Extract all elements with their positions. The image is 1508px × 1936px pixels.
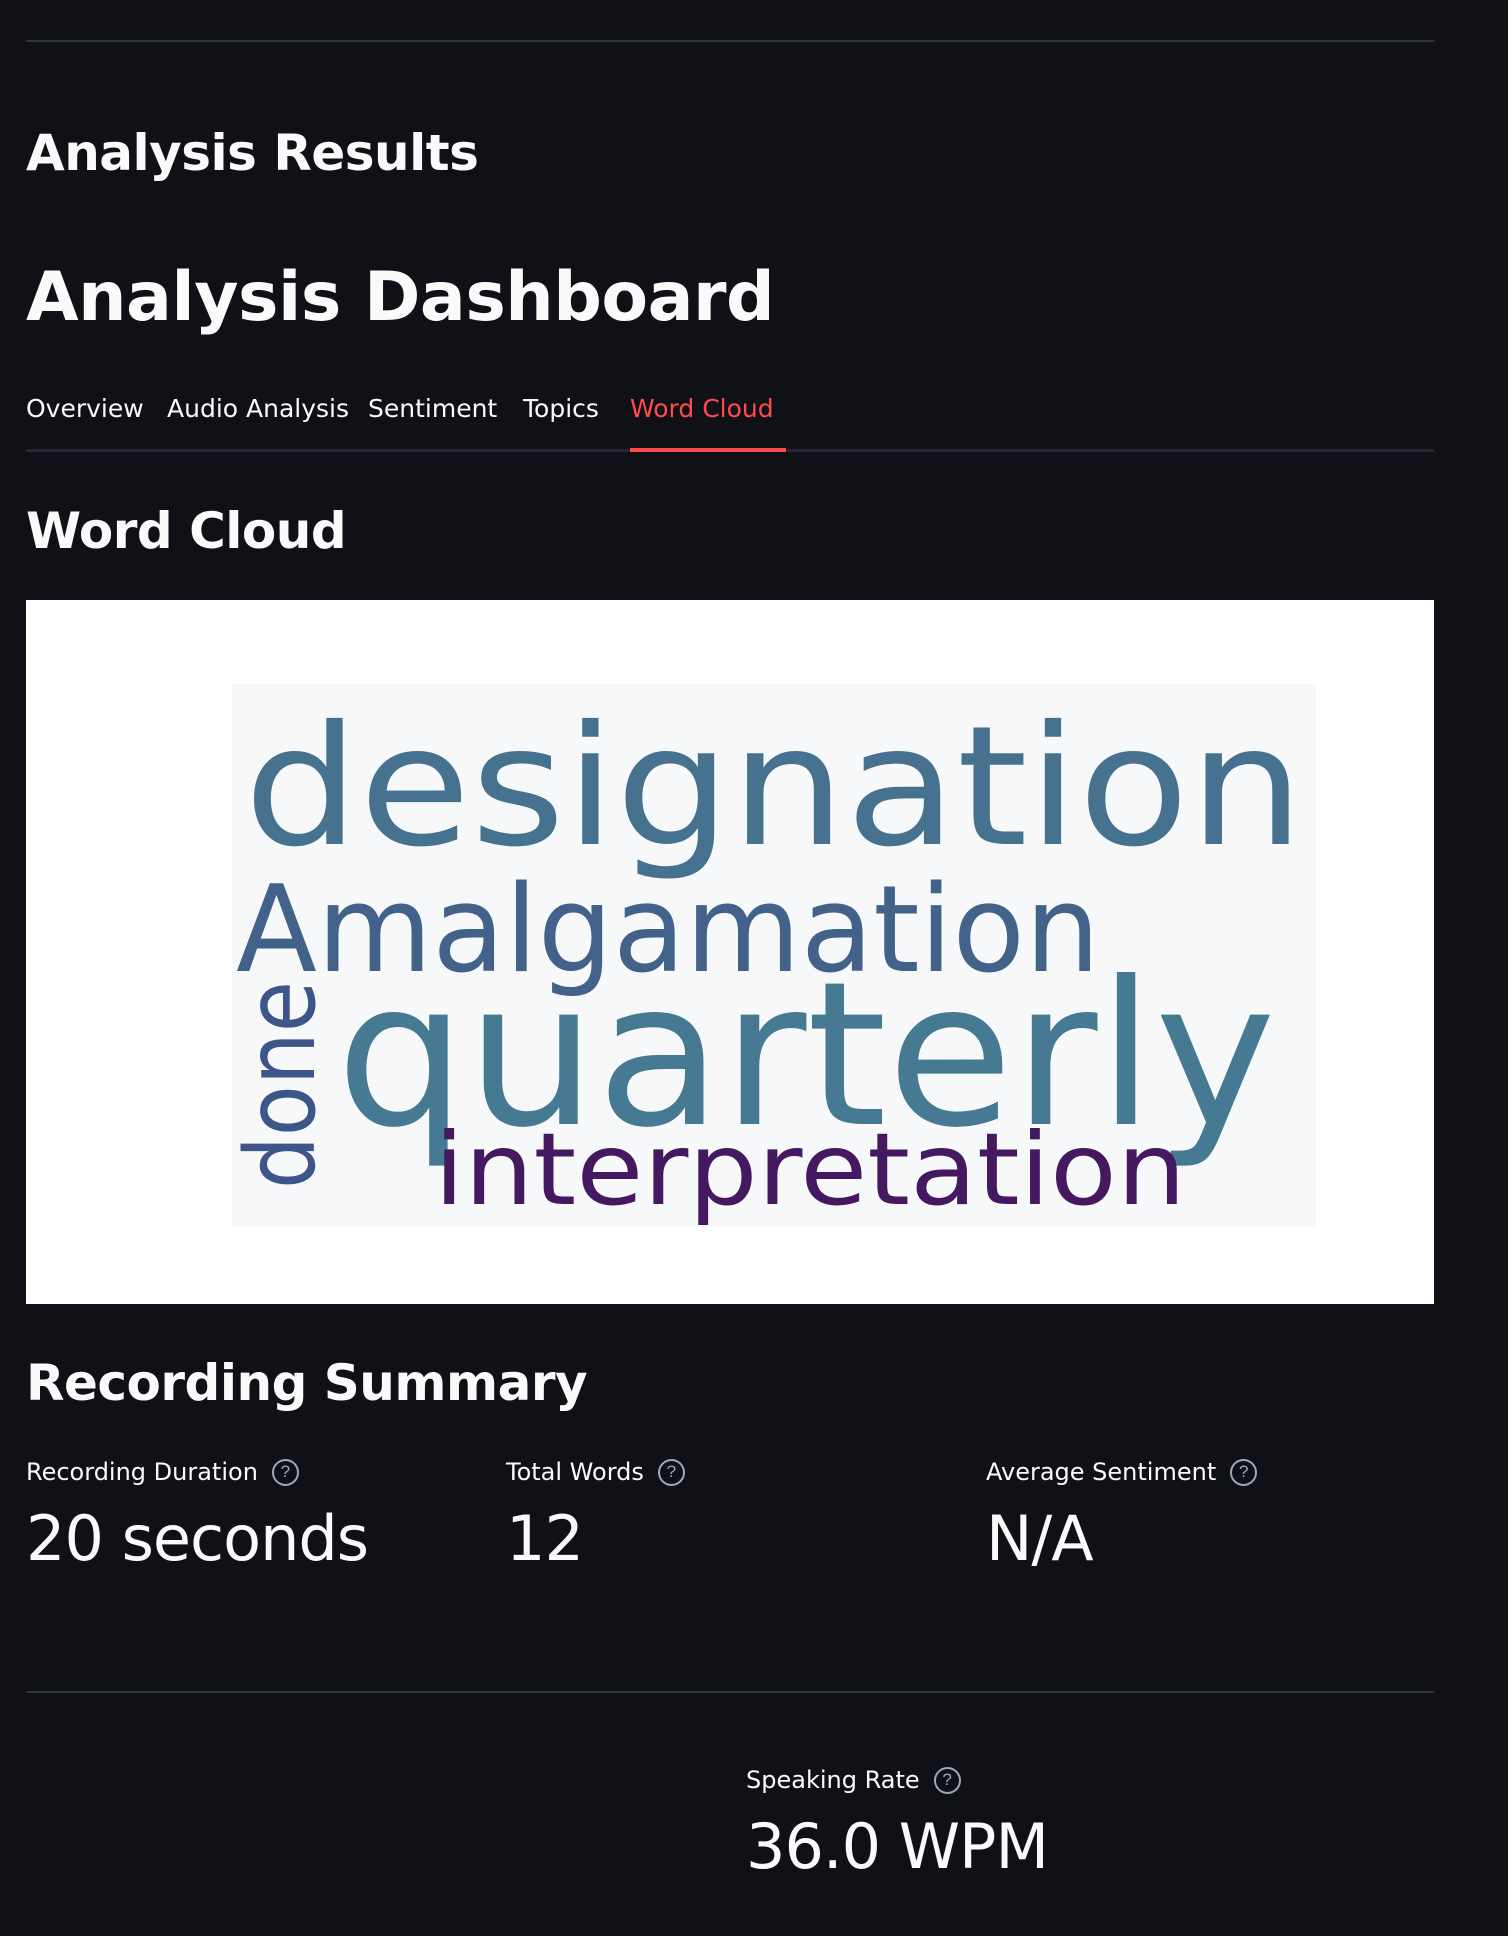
metric-value-speaking-rate: 36.0 WPM — [746, 1810, 1049, 1883]
top-divider — [26, 40, 1434, 42]
help-icon[interactable]: ? — [1230, 1458, 1258, 1486]
section-title: Analysis Results — [26, 124, 479, 182]
total-words-label-text: Total Words — [506, 1458, 644, 1486]
summary-divider — [26, 1691, 1434, 1693]
tab-overview[interactable]: Overview — [26, 394, 144, 423]
word-cloud-title: Word Cloud — [26, 502, 347, 560]
tab-bar: Overview Audio Analysis Sentiment Topics… — [26, 390, 1434, 452]
active-tab-indicator — [630, 448, 786, 452]
tab-word-cloud[interactable]: Word Cloud — [630, 394, 774, 423]
metric-label-duration: Recording Duration ? — [26, 1458, 299, 1486]
word-interpretation: interpretation — [434, 1111, 1186, 1227]
tab-topics[interactable]: Topics — [523, 394, 599, 423]
metric-value-total-words: 12 — [506, 1502, 584, 1575]
word-cloud-image: designation Amalgamation quarterly inter… — [232, 684, 1316, 1227]
summary-title: Recording Summary — [26, 1354, 588, 1412]
word-cloud-frame: designation Amalgamation quarterly inter… — [26, 600, 1434, 1304]
page-title: Analysis Dashboard — [26, 258, 775, 337]
duration-label-text: Recording Duration — [26, 1458, 258, 1486]
metric-label-speaking-rate: Speaking Rate ? — [746, 1766, 961, 1794]
word-designation: designation — [244, 691, 1304, 884]
tab-sentiment[interactable]: Sentiment — [368, 394, 497, 423]
sentiment-label-text: Average Sentiment — [986, 1458, 1217, 1486]
tab-audio-analysis[interactable]: Audio Analysis — [167, 394, 349, 423]
metric-value-sentiment: N/A — [986, 1502, 1094, 1575]
help-icon[interactable]: ? — [933, 1766, 961, 1794]
help-icon[interactable]: ? — [271, 1458, 299, 1486]
word-done: done — [232, 981, 337, 1189]
page: Analysis Results Analysis Dashboard Over… — [0, 0, 1508, 1936]
help-icon[interactable]: ? — [657, 1458, 685, 1486]
metric-label-sentiment: Average Sentiment ? — [986, 1458, 1258, 1486]
speaking-rate-label-text: Speaking Rate — [746, 1766, 920, 1794]
metric-value-duration: 20 seconds — [26, 1502, 369, 1575]
metric-label-total-words: Total Words ? — [506, 1458, 685, 1486]
